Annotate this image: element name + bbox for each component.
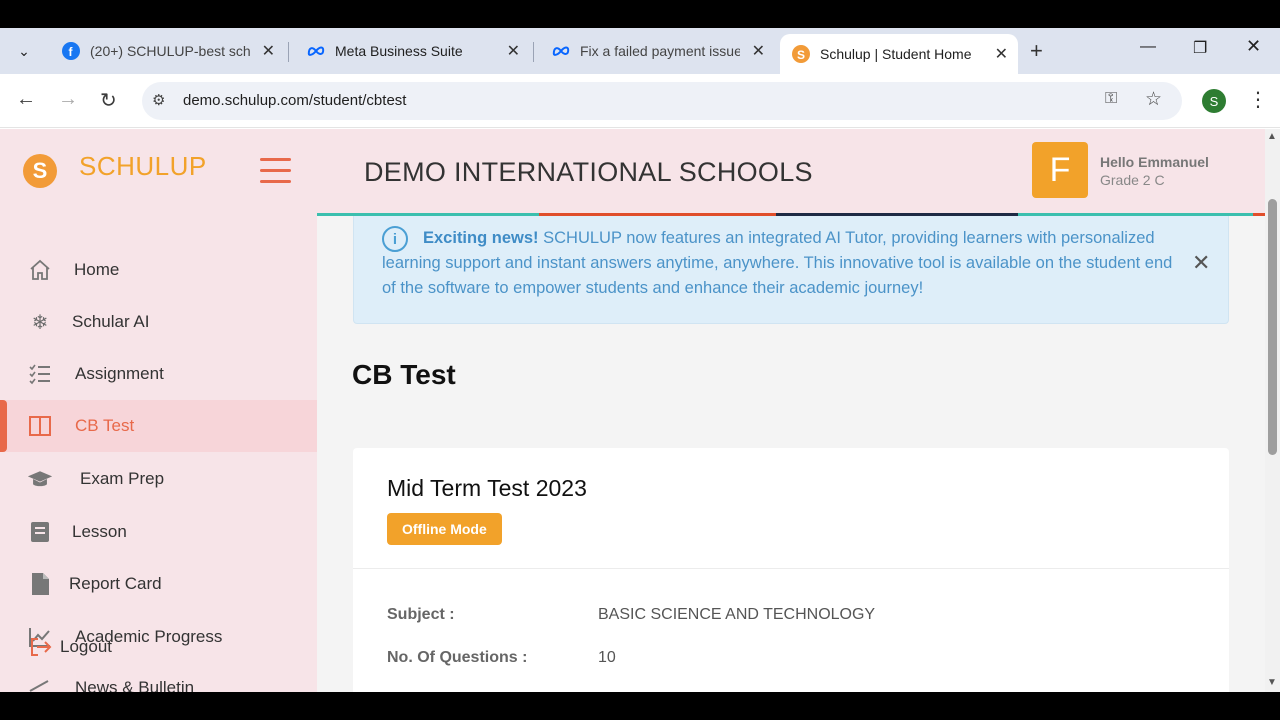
logout-icon bbox=[28, 634, 54, 660]
bookmark-star-icon[interactable]: ☆ bbox=[1145, 88, 1162, 111]
sidebar-item-lesson[interactable]: Lesson bbox=[0, 506, 317, 558]
back-arrow-icon[interactable]: ← bbox=[16, 88, 36, 111]
tab-meta-business[interactable]: Meta Business Suite ✕ bbox=[295, 34, 530, 68]
tab-strip: ⌄ f (20+) SCHULUP-best scho ✕ Meta Busin… bbox=[0, 28, 1280, 74]
sidebar-item-label: Logout bbox=[60, 637, 112, 656]
notebook-icon bbox=[27, 519, 53, 545]
close-icon[interactable]: ✕ bbox=[507, 41, 520, 61]
ai-tutor-announcement: i Exciting news! SCHULUP now features an… bbox=[353, 216, 1229, 324]
window-close-icon[interactable]: ✕ bbox=[1246, 36, 1261, 57]
reload-icon[interactable]: ↻ bbox=[100, 88, 117, 113]
test-card[interactable]: Mid Term Test 2023 Offline Mode Subject … bbox=[353, 448, 1229, 692]
subject-value: BASIC SCIENCE AND TECHNOLOGY bbox=[598, 606, 876, 623]
snowflake-icon: ❄ bbox=[31, 311, 49, 334]
sidebar-item-assignment[interactable]: Assignment bbox=[0, 348, 317, 400]
tab-search-chevron-icon[interactable]: ⌄ bbox=[10, 37, 38, 65]
new-tab-plus-icon[interactable]: + bbox=[1030, 38, 1043, 64]
tab-schulup-active[interactable]: S Schulup | Student Home ✕ bbox=[780, 34, 1018, 74]
scroll-thumb[interactable] bbox=[1268, 199, 1277, 455]
close-icon[interactable]: ✕ bbox=[752, 41, 765, 61]
app-header: DEMO INTERNATIONAL SCHOOLS F Hello Emman… bbox=[317, 129, 1280, 216]
facebook-icon: f bbox=[62, 42, 80, 60]
sidebar-item-label: Home bbox=[74, 260, 120, 279]
avatar[interactable]: F bbox=[1032, 142, 1088, 198]
checklist-icon bbox=[27, 361, 53, 387]
tab-meta-payment[interactable]: Fix a failed payment issue ✕ bbox=[540, 34, 775, 68]
home-icon bbox=[27, 257, 53, 283]
forward-arrow-icon[interactable]: → bbox=[58, 88, 78, 111]
page-title: CB Test bbox=[352, 359, 456, 390]
site-settings-icon[interactable]: ⚙ bbox=[152, 91, 165, 109]
tab-divider bbox=[288, 42, 289, 62]
sidebar-item-label: Exam Prep bbox=[80, 469, 165, 488]
news-icon bbox=[27, 675, 53, 692]
sidebar-item-label: Assignment bbox=[75, 364, 164, 383]
questions-label: No. Of Questions : bbox=[387, 649, 528, 666]
browser-window: ⌄ f (20+) SCHULUP-best scho ✕ Meta Busin… bbox=[0, 28, 1280, 692]
svg-text:S: S bbox=[797, 48, 805, 62]
sidebar-item-report-card[interactable]: Report Card bbox=[0, 558, 317, 610]
sidebar-item-cb-test[interactable]: CB Test bbox=[0, 400, 317, 452]
sidebar-item-label: News & Bulletin bbox=[75, 678, 195, 692]
book-icon bbox=[27, 413, 53, 439]
address-bar[interactable]: ⚙ demo.schulup.com/student/cbtest ⚿ ☆ bbox=[142, 82, 1182, 120]
tab-label: Meta Business Suite bbox=[335, 43, 463, 59]
restore-icon[interactable]: ❐ bbox=[1193, 38, 1207, 58]
announcement-text: Exciting news! SCHULUP now features an i… bbox=[382, 226, 1182, 301]
sidebar: S SCHULUP Home ❄ Schular AI Assignment C… bbox=[0, 129, 317, 692]
url-text[interactable]: demo.schulup.com/student/cbtest bbox=[183, 92, 406, 109]
divider bbox=[353, 568, 1229, 569]
close-icon[interactable]: ✕ bbox=[1192, 250, 1210, 276]
sidebar-item-schular-ai[interactable]: ❄ Schular AI bbox=[0, 296, 317, 348]
main-content: i Exciting news! SCHULUP now features an… bbox=[317, 216, 1265, 692]
sidebar-item-home[interactable]: Home bbox=[0, 244, 317, 296]
tab-label: Schulup | Student Home bbox=[820, 46, 972, 62]
school-name: DEMO INTERNATIONAL SCHOOLS bbox=[364, 157, 813, 187]
tab-facebook[interactable]: f (20+) SCHULUP-best scho ✕ bbox=[50, 34, 285, 68]
user-grade: Grade 2 C bbox=[1100, 172, 1165, 188]
tab-label: (20+) SCHULUP-best scho bbox=[90, 43, 250, 59]
meta-icon bbox=[307, 42, 325, 60]
subject-label: Subject : bbox=[387, 606, 455, 623]
page-scrollbar[interactable]: ▲ ▼ bbox=[1265, 129, 1280, 692]
schulup-app: S SCHULUP Home ❄ Schular AI Assignment C… bbox=[0, 129, 1280, 692]
close-icon[interactable]: ✕ bbox=[262, 41, 275, 61]
tab-divider bbox=[533, 42, 534, 62]
close-icon[interactable]: ✕ bbox=[995, 44, 1008, 64]
bottom-letterbox bbox=[0, 692, 1280, 720]
schulup-icon: S bbox=[792, 45, 810, 63]
graduation-cap-icon bbox=[27, 466, 53, 492]
offline-mode-badge: Offline Mode bbox=[387, 513, 502, 545]
user-greeting: Hello Emmanuel bbox=[1100, 154, 1209, 170]
sidebar-item-exam-prep[interactable]: Exam Prep bbox=[0, 453, 317, 505]
schulup-logo-icon[interactable]: S bbox=[23, 154, 57, 188]
browser-toolbar: ← → ↻ ⚙ demo.schulup.com/student/cbtest … bbox=[0, 74, 1280, 128]
sidebar-item-label: Report Card bbox=[69, 574, 162, 593]
sidebar-item-label: Lesson bbox=[72, 522, 127, 541]
menu-kebab-icon[interactable]: ⋮ bbox=[1248, 87, 1268, 112]
document-icon bbox=[27, 571, 53, 597]
test-title: Mid Term Test 2023 bbox=[387, 475, 587, 501]
announcement-strong: Exciting news! bbox=[423, 229, 539, 247]
scroll-down-arrow-icon[interactable]: ▼ bbox=[1267, 677, 1277, 688]
meta-icon bbox=[552, 42, 570, 60]
top-letterbox bbox=[0, 0, 1280, 28]
sidebar-item-news[interactable]: News & Bulletin bbox=[0, 662, 317, 692]
sidebar-item-label: Schular AI bbox=[72, 312, 150, 331]
hamburger-menu-icon[interactable] bbox=[260, 158, 291, 191]
minimize-icon[interactable]: — bbox=[1140, 38, 1156, 56]
questions-value: 10 bbox=[598, 649, 616, 666]
key-icon[interactable]: ⚿ bbox=[1105, 90, 1117, 108]
profile-avatar[interactable]: S bbox=[1202, 89, 1226, 113]
tab-label: Fix a failed payment issue bbox=[580, 43, 740, 59]
logo-text[interactable]: SCHULUP bbox=[79, 151, 207, 182]
scroll-up-arrow-icon[interactable]: ▲ bbox=[1267, 131, 1277, 142]
sidebar-item-label: CB Test bbox=[75, 416, 135, 435]
